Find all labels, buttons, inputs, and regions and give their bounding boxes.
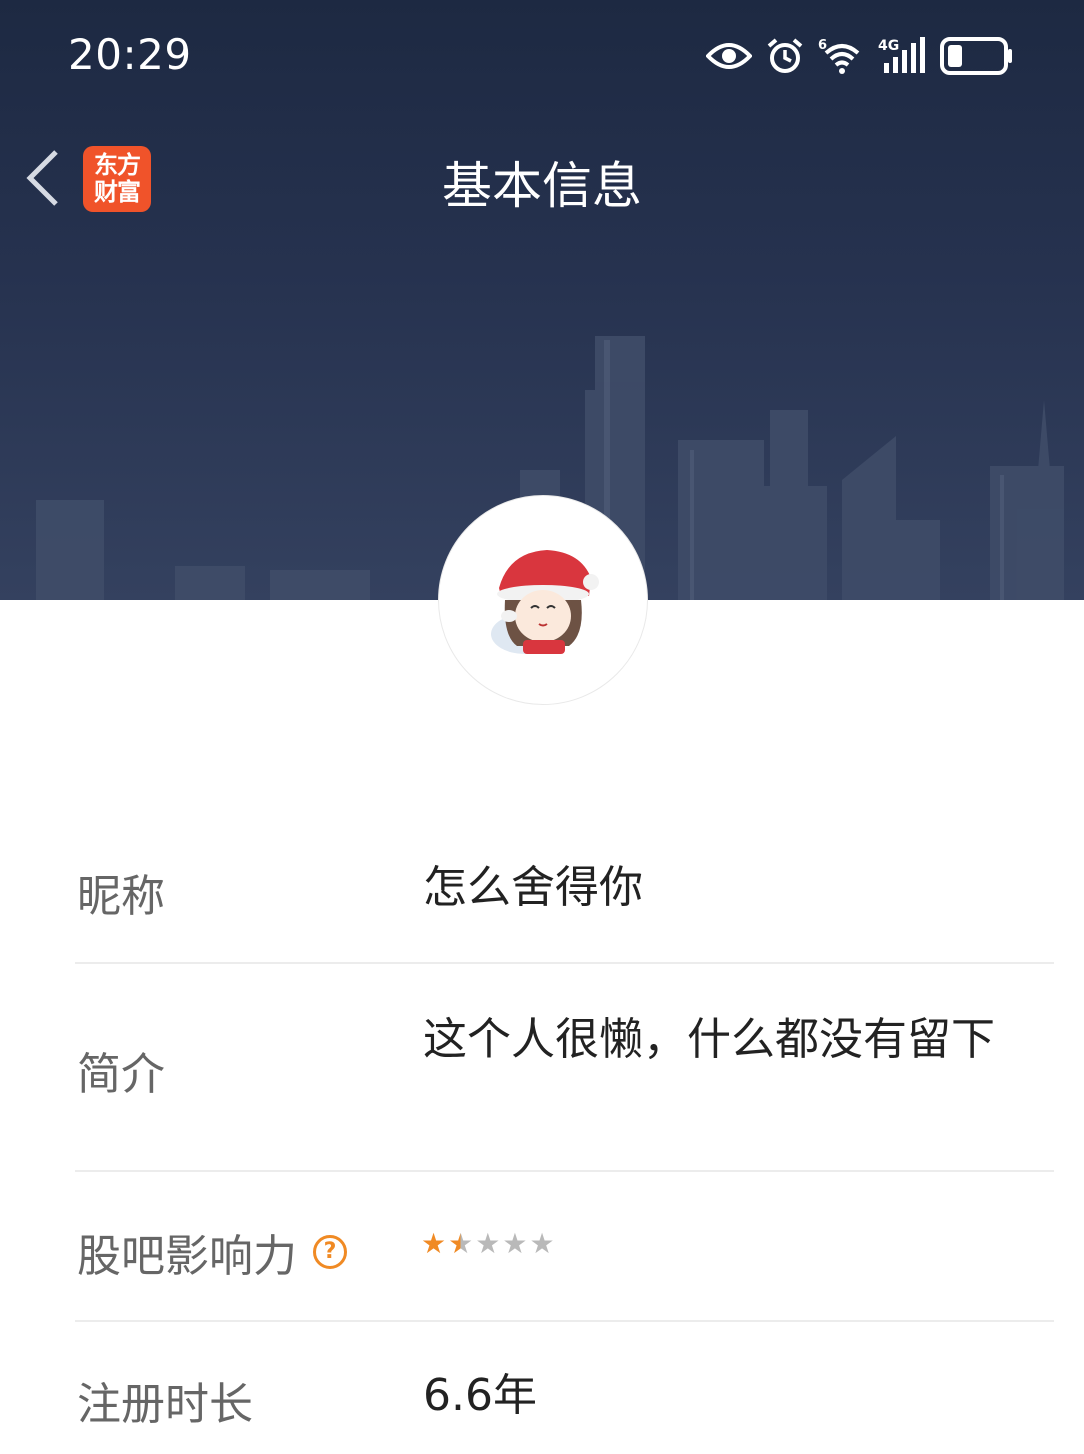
info-row-bio: 简介 这个人很懒，什么都没有留下	[75, 964, 1054, 1172]
rating-star-icon: ★	[475, 1227, 501, 1260]
bio-value: 这个人很懒，什么都没有留下	[423, 1014, 995, 1065]
influence-label-text: 股吧影响力	[77, 1231, 297, 1282]
status-icons: 6 4G	[706, 34, 1014, 78]
avatar-image	[491, 550, 599, 654]
info-row-registration: 注册时长 6.6年	[75, 1322, 1054, 1454]
nickname-value: 怎么舍得你	[423, 862, 643, 913]
rating-star-icon: ★	[448, 1227, 474, 1260]
bio-label: 简介	[77, 1049, 165, 1100]
eye-icon	[706, 43, 752, 69]
rating-star-icon: ★	[421, 1227, 447, 1260]
status-bar: 20:29 6 4G	[0, 0, 1084, 110]
help-icon[interactable]: ?	[313, 1235, 347, 1269]
info-row-nickname: 昵称 怎么舍得你	[75, 810, 1054, 964]
wifi-icon: 6	[818, 38, 860, 74]
nickname-label: 昵称	[77, 871, 165, 922]
rating-star-icon: ★	[529, 1227, 555, 1260]
registration-value: 6.6年	[423, 1370, 537, 1421]
influence-label: 股吧影响力 ?	[77, 1220, 347, 1284]
battery-icon	[940, 37, 1012, 75]
signal-icon: 4G	[878, 37, 925, 73]
rating-star-icon: ★	[502, 1227, 528, 1260]
avatar[interactable]	[438, 495, 648, 705]
info-row-influence: 股吧影响力 ? ★ ★ ★ ★ ★	[75, 1172, 1054, 1322]
page-title: 基本信息	[442, 157, 642, 215]
alarm-icon	[767, 38, 803, 73]
svg-text:4G: 4G	[878, 38, 899, 54]
registration-label: 注册时长	[77, 1379, 253, 1430]
influence-rating: ★ ★ ★ ★ ★	[421, 1230, 555, 1258]
nav-bar: 东方 财富 基本信息	[0, 120, 1084, 240]
status-time: 20:29	[68, 30, 192, 79]
